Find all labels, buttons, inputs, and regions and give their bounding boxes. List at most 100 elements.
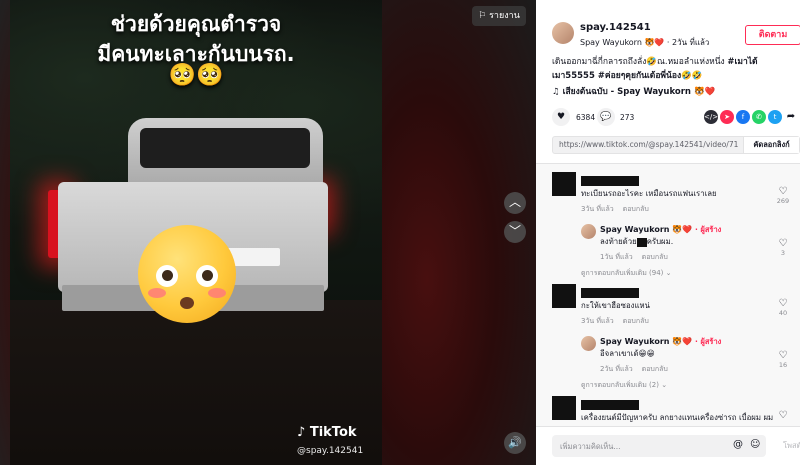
speaker-icon: 🔊 xyxy=(508,436,522,449)
comment-like[interactable]: ♡ xyxy=(774,410,792,421)
display-name-text: Spay Wayukorn 🐯❤️ xyxy=(580,38,665,47)
comment-item: กะให้เขาฮือซองแหน่ 3วัน ที่แล้ว ตอบกลับ … xyxy=(552,284,800,374)
reply-like[interactable]: ♡ 16 xyxy=(774,350,792,369)
music-link[interactable]: ♫ เสียงต้นฉบับ - Spay Wayukorn 🐯❤️ xyxy=(552,84,715,98)
like-button[interactable]: ♥ xyxy=(552,108,570,126)
twitter-icon: t xyxy=(773,113,777,121)
post-comment-button[interactable]: โพสต์ xyxy=(783,440,800,452)
creator-badge: · ผู้สร้าง xyxy=(695,337,722,346)
report-label: รายงาน xyxy=(489,11,520,21)
send-to-friends-button[interactable]: ➤ xyxy=(720,110,734,124)
more-share-button[interactable]: ➦ xyxy=(784,110,798,124)
reply-button[interactable]: ตอบกลับ xyxy=(623,205,649,213)
chevron-down-icon: ﹀ xyxy=(508,224,521,238)
like-count: 6384 xyxy=(576,113,596,122)
video-overlay-line-1: ช่วยด้วยคุณตำรวจ xyxy=(110,12,282,36)
heart-outline-icon: ♡ xyxy=(778,186,788,197)
reply-author-name[interactable]: Spay Wayukorn 🐯❤️ xyxy=(600,337,692,346)
whatsapp-icon: ✆ xyxy=(756,113,762,121)
mention-icon[interactable]: @ xyxy=(733,439,743,450)
author-avatar[interactable] xyxy=(552,22,574,44)
watermark-handle: @spay.142541 xyxy=(297,446,364,456)
post-info-panel: spay.142541 Spay Wayukorn 🐯❤️ · 2วัน ที่… xyxy=(536,0,800,465)
comment-count: 273 xyxy=(620,113,635,122)
reply-button[interactable]: ตอบกลับ xyxy=(623,317,649,325)
author-display-name: Spay Wayukorn 🐯❤️ · 2วัน ที่แล้ว xyxy=(580,36,709,49)
follow-button[interactable]: ติดตาม xyxy=(745,25,800,45)
previous-video-button[interactable]: ︿ xyxy=(504,192,526,214)
author-username[interactable]: spay.142541 xyxy=(580,22,651,33)
heart-outline-icon: ♡ xyxy=(778,238,788,249)
reply-author: Spay Wayukorn 🐯❤️ · ผู้สร้าง xyxy=(600,336,721,348)
share-facebook-button[interactable]: f xyxy=(736,110,750,124)
commenter-name-redacted xyxy=(581,400,639,410)
truck-rear-window xyxy=(140,128,310,168)
report-button[interactable]: ⚐ รายงาน xyxy=(472,6,526,26)
comment-time: 3วัน ที่แล้ว xyxy=(581,317,614,325)
comment-item: เครื่องยนต์มีปัญหาครับ ลกยางแทนเครื่องซ่… xyxy=(552,396,800,426)
post-time: · 2วัน ที่แล้ว xyxy=(666,38,710,47)
copy-link-button[interactable]: คัดลอกลิงก์ xyxy=(743,137,799,153)
video-overlay-emoji: 🥺🥺 xyxy=(168,63,224,88)
comment-text: เครื่องยนต์มีปัญหาครับ ลกยางแทนเครื่องซ่… xyxy=(581,413,774,422)
video-road xyxy=(10,300,382,465)
comment-like-count: 269 xyxy=(776,197,790,205)
reply-like-count: 16 xyxy=(778,361,788,369)
reply-time: 2วัน ที่แล้ว xyxy=(600,365,633,373)
comment-text: กะให้เขาฮือซองแหน่ xyxy=(581,301,650,310)
view-more-replies[interactable]: ดูการตอบกลับเพิ่มเติม (2) ⌄ xyxy=(581,380,667,391)
reply-author-name[interactable]: Spay Wayukorn 🐯❤️ xyxy=(600,225,692,234)
heart-outline-icon: ♡ xyxy=(778,350,788,361)
emoji-mouth xyxy=(180,297,194,309)
emoji-blush-left xyxy=(148,288,166,298)
reply-time: 1วัน ที่แล้ว xyxy=(600,253,633,261)
comment-item: ทะเบียนรถอะไรคะ เหมือนรถแฟนเราเลย 3วัน ท… xyxy=(552,172,800,262)
comment-icon: 💬 xyxy=(600,112,612,122)
view-more-replies[interactable]: ดูการตอบกลับเพิ่มเติม (94) ⌄ xyxy=(581,268,672,279)
emoji-picker-icon[interactable]: ☺ xyxy=(750,439,760,450)
emoji-blush-right xyxy=(208,288,226,298)
reply-author: Spay Wayukorn 🐯❤️ · ผู้สร้าง xyxy=(600,224,721,236)
comment-time: 3วัน ที่แล้ว xyxy=(581,205,614,213)
comments-list[interactable]: ทะเบียนรถอะไรคะ เหมือนรถแฟนเราเลย 3วัน ท… xyxy=(536,164,800,426)
reply-text-pre: ลงท้ายด้วย xyxy=(600,237,637,246)
embed-button[interactable]: </> xyxy=(704,110,718,124)
creator-avatar[interactable] xyxy=(581,336,596,351)
view-more-label: ดูการตอบกลับเพิ่มเติม (94) xyxy=(581,269,664,277)
reply-meta: 1วัน ที่แล้ว ตอบกลับ xyxy=(600,252,668,263)
comment-composer: @ ☺ โพสต์ xyxy=(536,426,800,465)
comment-button[interactable]: 💬 xyxy=(597,108,615,126)
comment-like-count: 40 xyxy=(778,309,788,317)
tiktok-post-page: ♪ TikTok @spay.142541 ช่วยด้วยคุณตำรวจ ม… xyxy=(0,0,800,465)
post-url-box: https://www.tiktok.com/@spay.142541/vide… xyxy=(552,136,800,154)
embed-icon: </> xyxy=(704,113,719,121)
next-video-button[interactable]: ﹀ xyxy=(504,221,526,243)
post-url[interactable]: https://www.tiktok.com/@spay.142541/vide… xyxy=(559,140,739,149)
share-twitter-button[interactable]: t xyxy=(768,110,782,124)
reply-text: ลงท้ายด้วย ครับผม. xyxy=(600,236,673,248)
share-whatsapp-button[interactable]: ✆ xyxy=(752,110,766,124)
comment-like[interactable]: ♡ 40 xyxy=(774,298,792,317)
reply-like[interactable]: ♡ 3 xyxy=(774,238,792,257)
view-more-label: ดูการตอบกลับเพิ่มเติม (2) xyxy=(581,381,659,389)
creator-avatar[interactable] xyxy=(581,224,596,239)
caption-text: เดินออกมาฉี่กี่กลารถถึงลั่ง🤣ณ.หมอลำแห่งห… xyxy=(552,57,725,67)
commenter-avatar-redacted xyxy=(552,172,576,196)
commenter-avatar-redacted xyxy=(552,396,576,420)
reply-text-redacted xyxy=(636,237,647,247)
volume-button[interactable]: 🔊 xyxy=(504,432,526,454)
reply-like-count: 3 xyxy=(780,249,786,257)
action-bar: ♥ 6384 💬 273 </> ➤ f ✆ t ➦ xyxy=(552,108,800,128)
reply-reply-button[interactable]: ตอบกลับ xyxy=(642,253,668,261)
share-arrow-icon: ➦ xyxy=(786,111,796,122)
commenter-name-redacted xyxy=(581,288,639,298)
facebook-icon: f xyxy=(741,113,745,121)
heart-outline-icon: ♡ xyxy=(778,410,788,421)
reply-text: อีจลาเขาเด้😁😁 xyxy=(600,349,655,358)
send-icon: ➤ xyxy=(724,113,730,121)
chevron-down-icon: ⌄ xyxy=(665,269,672,277)
comment-meta: 3วัน ที่แล้ว ตอบกลับ xyxy=(581,204,649,215)
comment-like[interactable]: ♡ 269 xyxy=(774,186,792,205)
reply-reply-button[interactable]: ตอบกลับ xyxy=(642,365,668,373)
flushed-face-emoji-icon xyxy=(138,225,236,323)
